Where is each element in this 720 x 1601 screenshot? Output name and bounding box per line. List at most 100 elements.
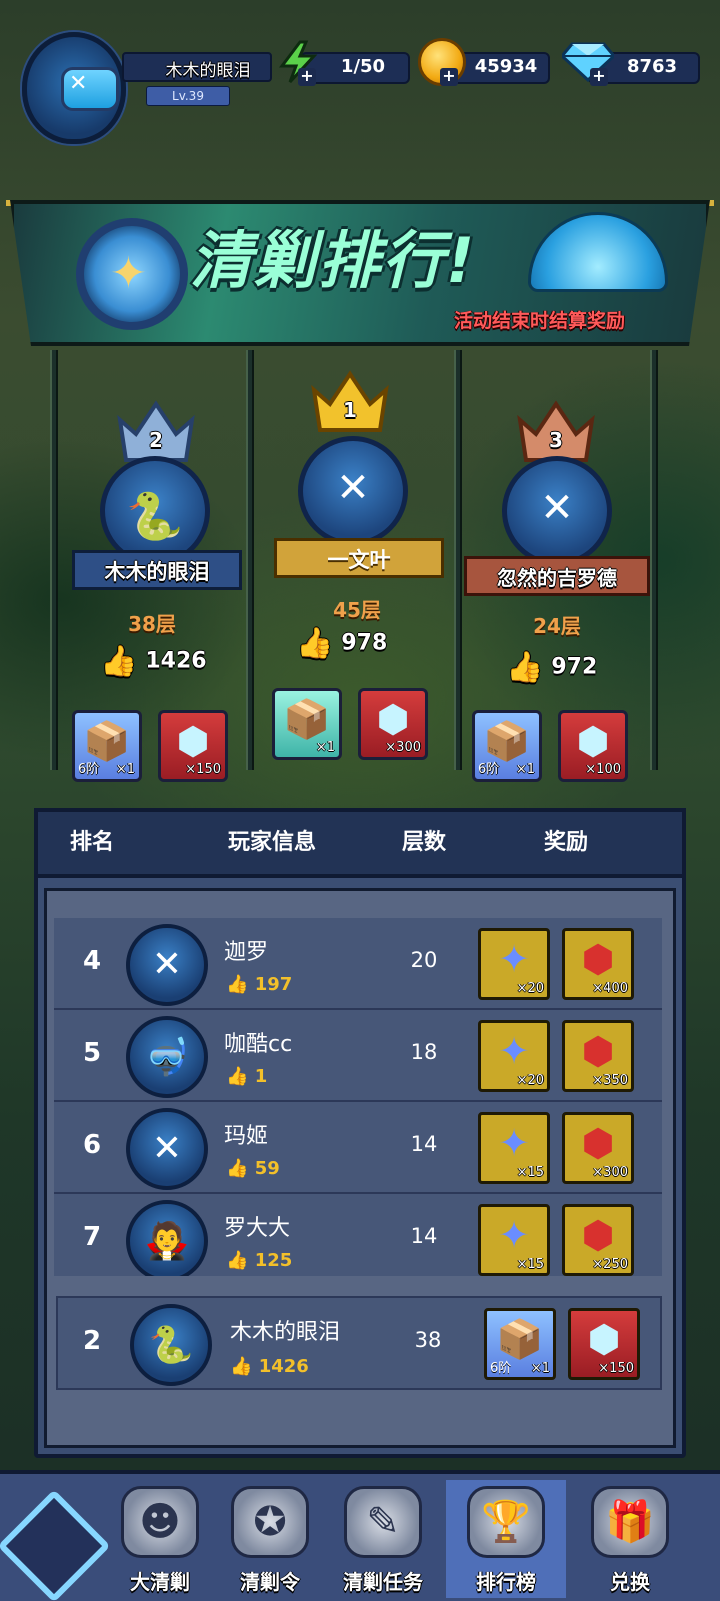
podium-avatar: ✕	[298, 436, 408, 546]
reward-chest-item[interactable]: 📦 ×1	[272, 688, 342, 760]
item-qty: ×100	[585, 762, 621, 777]
banner-subtitle: 活动结束时结算奖励	[454, 310, 626, 332]
podium-rank-3[interactable]: 3 ✕ 忽然的吉罗德 24层 👍 972 📦 6阶 ×1 ⬢ ×100	[464, 400, 650, 790]
chest-icon: 📦	[496, 1317, 544, 1361]
row-rank: 7	[82, 1222, 102, 1252]
rune-icon: ⬢	[376, 697, 410, 741]
table-row[interactable]: 7 🧛 罗大大 👍 125 14 ✦ ×15 ⬢ ×250	[54, 1194, 662, 1276]
row-rank: 5	[82, 1038, 102, 1068]
nav-tab-exchange[interactable]: 🎁 兑换	[570, 1480, 690, 1598]
player-avatar[interactable]: ✕	[22, 32, 126, 144]
row-floor: 14	[410, 1224, 438, 1248]
row-rank: 6	[82, 1130, 102, 1160]
thumb-up-icon[interactable]: 👍	[506, 650, 543, 685]
reward-chest-item[interactable]: 📦 6阶 ×1	[484, 1308, 556, 1380]
avatar-face-icon: ✕	[69, 71, 88, 96]
reward-gem-item[interactable]: ⬢ ×150	[158, 710, 228, 782]
row-avatar[interactable]: ✕	[126, 924, 208, 1006]
red-rune-icon: ⬢	[581, 1121, 615, 1165]
reward-gem-item[interactable]: ⬢ ×300	[358, 688, 428, 760]
reward-gem-item[interactable]: ⬢ ×100	[558, 710, 628, 782]
podium-likes: 972	[551, 654, 598, 680]
row-avatar[interactable]: ✕	[126, 1108, 208, 1190]
row-likes: 👍 1426	[230, 1356, 309, 1377]
header-player: 玩家信息	[228, 830, 317, 855]
row-rank: 2	[82, 1326, 102, 1356]
thumb-up-icon[interactable]: 👍	[226, 1158, 248, 1179]
my-rank-row[interactable]: 2 🐍 木木的眼泪 👍 1426 38 📦 6阶 ×1 ⬢ ×150	[56, 1296, 662, 1390]
ranking-list[interactable]: 4 ✕ 迦罗 👍 197 20 ✦ ×20 ⬢ ×400 5 🤿 咖酷cc 👍 1 …	[54, 918, 662, 1276]
podium-name: 木木的眼泪	[72, 550, 242, 590]
podium-rank-1[interactable]: 1 ✕ 一文叶 45层 👍 978 📦 ×1 ⬢ ×300	[262, 370, 452, 770]
podium-rank-number: 1	[343, 398, 357, 422]
reward-chest-item[interactable]: 📦 6阶 ×1	[72, 710, 142, 782]
star-icon: ✦	[110, 248, 147, 299]
podium-rank-number: 3	[549, 428, 563, 452]
row-avatar[interactable]: 🤿	[126, 1016, 208, 1098]
nav-tab-leaderboard[interactable]: 🏆 排行榜	[446, 1480, 566, 1598]
diver-helmet-avatar-icon: 🤿	[144, 1037, 190, 1078]
rune-icon: ⬢	[176, 719, 210, 763]
row-rank: 4	[82, 946, 102, 976]
medusa-avatar-icon: 🐍	[126, 489, 184, 543]
row-avatar[interactable]: 🧛	[126, 1200, 208, 1276]
nav-tab-grand-sweep[interactable]: ☻ 大清剿	[100, 1480, 220, 1598]
nav-tab-sweep-pass[interactable]: ✪ 清剿令	[210, 1480, 330, 1598]
crystal-icon: ✦	[498, 1121, 530, 1165]
reward-crystal-item[interactable]: ✦ ×20	[478, 928, 550, 1000]
thumb-up-icon[interactable]: 👍	[226, 974, 248, 995]
row-likes: 👍 1	[226, 1066, 268, 1087]
row-avatar[interactable]: 🐍	[130, 1304, 212, 1386]
add-diamond-button[interactable]: +	[590, 68, 608, 86]
diver-avatar-icon: ✕	[336, 465, 370, 511]
crystal-icon: ✦	[498, 937, 530, 981]
reward-rune-item[interactable]: ⬢ ×400	[562, 928, 634, 1000]
crystal-icon: ✦	[498, 1029, 530, 1073]
podium-divider	[454, 350, 462, 770]
energy-value: 1/50	[340, 56, 386, 77]
row-likes: 👍 125	[226, 1250, 293, 1271]
table-header	[34, 808, 686, 878]
reward-rune-item[interactable]: ⬢ ×250	[562, 1204, 634, 1276]
item-tier: 6阶	[478, 762, 500, 777]
row-player-name: 玛姬	[224, 1124, 269, 1149]
item-qty: ×1	[515, 762, 535, 777]
reward-crystal-item[interactable]: ✦ ×15	[478, 1204, 550, 1276]
podium-avatar: ✕	[502, 456, 612, 566]
item-qty: ×150	[185, 762, 221, 777]
nav-tab-sweep-tasks[interactable]: ✎ 清剿任务	[320, 1480, 446, 1598]
table-row[interactable]: 6 ✕ 玛姬 👍 59 14 ✦ ×15 ⬢ ×300	[54, 1102, 662, 1194]
reward-rune-item[interactable]: ⬢ ×300	[562, 1112, 634, 1184]
reward-rune-item[interactable]: ⬢ ×350	[562, 1020, 634, 1092]
pass-badge-icon: ✪	[231, 1486, 309, 1558]
podium-likes: 978	[341, 630, 388, 656]
row-floor: 14	[410, 1132, 438, 1156]
thumb-up-icon[interactable]: 👍	[230, 1356, 252, 1377]
thumb-up-icon[interactable]: 👍	[226, 1250, 248, 1271]
add-energy-button[interactable]: +	[298, 68, 316, 86]
reward-gem-item[interactable]: ⬢ ×150	[568, 1308, 640, 1380]
player-level: Lv.39	[146, 86, 230, 106]
exchange-chest-icon: 🎁	[591, 1486, 669, 1558]
podium-divider	[50, 350, 58, 770]
row-player-name: 木木的眼泪	[230, 1320, 341, 1345]
thumb-up-icon[interactable]: 👍	[296, 626, 333, 661]
reward-chest-item[interactable]: 📦 6阶 ×1	[472, 710, 542, 782]
reward-crystal-item[interactable]: ✦ ×20	[478, 1020, 550, 1092]
podium-name: 忽然的吉罗德	[464, 556, 650, 596]
red-rune-icon: ⬢	[581, 937, 615, 981]
table-row[interactable]: 5 🤿 咖酷cc 👍 1 18 ✦ ×20 ⬢ ×350	[54, 1010, 662, 1102]
reward-crystal-item[interactable]: ✦ ×15	[478, 1112, 550, 1184]
medusa-avatar-icon: 🐍	[148, 1325, 194, 1366]
row-floor: 38	[414, 1328, 442, 1352]
podium-name: 一文叶	[274, 538, 444, 578]
podium-rank-2[interactable]: 2 🐍 木木的眼泪 38层 👍 1426 📦 6阶 ×1 ⬢ ×150	[62, 400, 242, 790]
item-qty: ×300	[385, 740, 421, 755]
podium-rank-number: 2	[149, 428, 163, 452]
thumb-up-icon[interactable]: 👍	[100, 644, 137, 679]
podium-divider	[246, 350, 254, 770]
add-gold-button[interactable]: +	[440, 68, 458, 86]
thumb-up-icon[interactable]: 👍	[226, 1066, 248, 1087]
table-row[interactable]: 4 ✕ 迦罗 👍 197 20 ✦ ×20 ⬢ ×400	[54, 918, 662, 1010]
diver-avatar-icon: ✕	[151, 1128, 183, 1169]
